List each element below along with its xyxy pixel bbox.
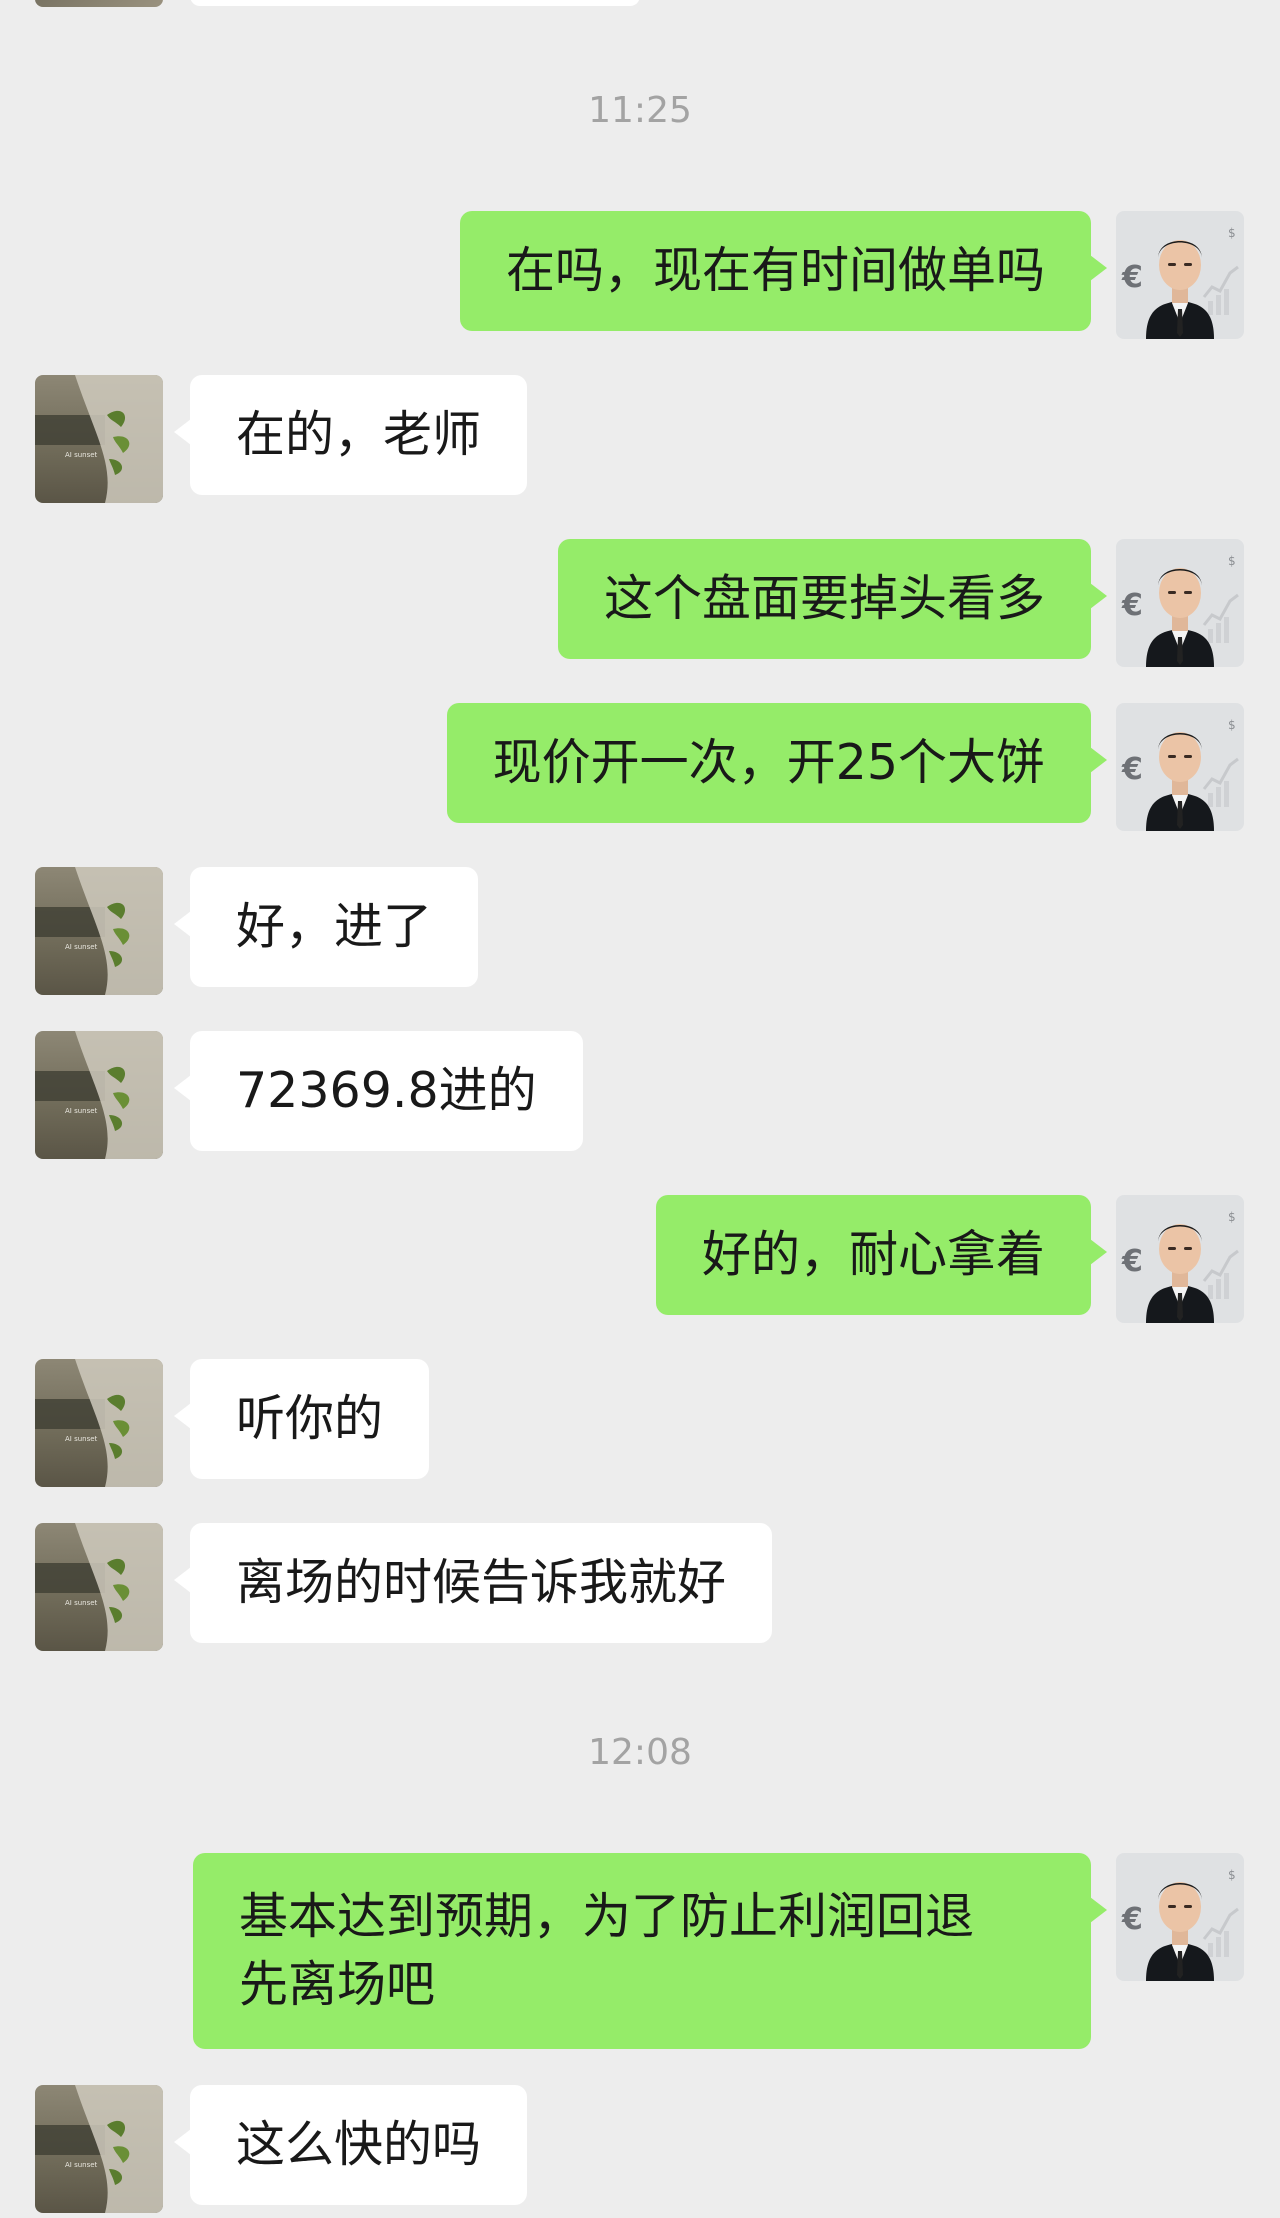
advisor-avatar[interactable]: $ €	[1116, 539, 1244, 667]
advisor-avatar[interactable]: $ €	[1116, 703, 1244, 831]
euro-icon: €	[1121, 260, 1143, 295]
dollar-icon: $	[1228, 554, 1236, 568]
message-text: 好的，耐心拿着	[701, 1226, 1045, 1283]
euro-icon: €	[1121, 1244, 1143, 1279]
message-bubble-received[interactable]: 在的，老师	[173, 375, 528, 495]
avatar-watermark: AI sunset	[65, 1599, 98, 1607]
contact-avatar[interactable]: AI sunset	[35, 1031, 163, 1159]
contact-avatar[interactable]: AI sunset	[35, 2085, 163, 2213]
contact-avatar[interactable]: AI sunset	[35, 867, 163, 995]
message-text: 听你的	[236, 1390, 384, 1447]
dollar-icon: $	[1228, 718, 1236, 732]
message-bubble-sent[interactable]: 基本达到预期，为了防止利润回退 先离场吧	[193, 1853, 1107, 2049]
avatar-watermark: AI sunset	[65, 2161, 98, 2169]
message-text: 现价开一次，开25个大饼	[492, 734, 1045, 791]
avatar-watermark: AI sunset	[65, 943, 98, 951]
message-bubble-partial[interactable]	[190, 0, 640, 6]
message-text: 这么快的吗	[236, 2116, 482, 2173]
contact-avatar[interactable]: AI sunset	[35, 1523, 163, 1651]
avatar-watermark: AI sunset	[65, 451, 98, 459]
euro-icon: €	[1121, 752, 1143, 787]
message-bubble-sent[interactable]: 好的，耐心拿着	[655, 1195, 1108, 1315]
message-bubble-sent[interactable]: 这个盘面要掉头看多	[557, 539, 1108, 659]
message-bubble-received[interactable]: 72369.8进的	[174, 1031, 583, 1151]
message-text: 离场的时候告诉我就好	[236, 1554, 727, 1611]
message-text: 在的，老师	[236, 406, 482, 463]
message-bubble-sent[interactable]: 在吗，现在有时间做单吗	[459, 211, 1108, 331]
message-bubble-received[interactable]: 听你的	[173, 1359, 430, 1479]
message-text: 在吗，现在有时间做单吗	[505, 242, 1045, 299]
contact-avatar[interactable]: AI sunset	[35, 375, 163, 503]
dollar-icon: $	[1228, 1868, 1236, 1882]
chat-area[interactable]: 11:25 在吗，现在有时间做单吗 $ € AI sunset 在的，老师 这个…	[0, 0, 1280, 2218]
message-bubble-received[interactable]: 好，进了	[173, 867, 479, 987]
message-text-line: 先离场吧	[239, 1956, 436, 2013]
contact-avatar[interactable]: AI sunset	[35, 1359, 163, 1487]
message-bubble-sent[interactable]: 现价开一次，开25个大饼	[446, 703, 1108, 823]
advisor-avatar[interactable]: $ €	[1116, 211, 1244, 339]
message-text-line: 基本达到预期，为了防止利润回退	[239, 1888, 975, 1945]
message-text: 这个盘面要掉头看多	[603, 570, 1045, 627]
euro-icon: €	[1121, 588, 1143, 623]
timestamp: 11:25	[588, 90, 692, 131]
dollar-icon: $	[1228, 226, 1236, 240]
dollar-icon: $	[1228, 1210, 1236, 1224]
advisor-avatar[interactable]: $ €	[1116, 1195, 1244, 1323]
euro-icon: €	[1121, 1902, 1143, 1937]
message-text: 好，进了	[236, 898, 433, 955]
message-bubble-received[interactable]: 这么快的吗	[173, 2085, 528, 2205]
message-bubble-received[interactable]: 离场的时候告诉我就好	[173, 1523, 773, 1643]
message-text: 72369.8进的	[236, 1062, 537, 1119]
contact-avatar-partial[interactable]	[35, 0, 163, 7]
advisor-avatar[interactable]: $ €	[1116, 1853, 1244, 1981]
avatar-watermark: AI sunset	[65, 1107, 98, 1115]
avatar-watermark: AI sunset	[65, 1435, 98, 1443]
timestamp: 12:08	[588, 1732, 692, 1773]
